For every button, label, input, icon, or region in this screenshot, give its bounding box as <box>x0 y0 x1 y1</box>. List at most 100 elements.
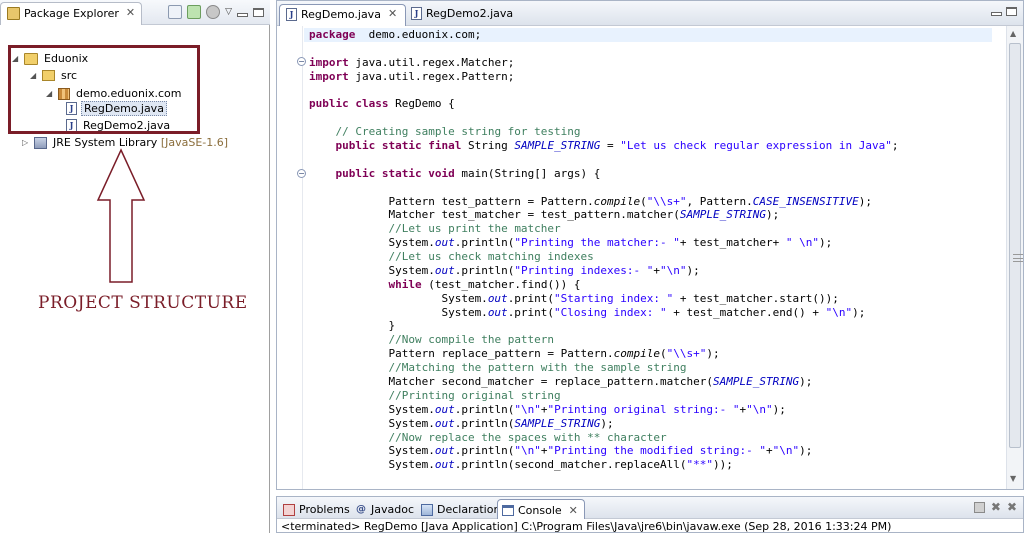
package-explorer-toolbar: ▽ <box>168 5 264 19</box>
code-token: import <box>309 55 349 69</box>
code-token: out <box>434 416 455 430</box>
code-line[interactable]: //Printing original string <box>309 388 561 403</box>
code-token: ); <box>852 305 866 319</box>
code-line[interactable]: Pattern replace_pattern = Pattern.compil… <box>309 347 719 361</box>
code-token: "Starting index: " <box>554 291 674 305</box>
scrollbar-thumb[interactable] <box>1009 43 1023 448</box>
annotation-highlight-box <box>8 45 200 134</box>
code-token: main(String[] args) { <box>454 166 601 180</box>
code-token: , Pattern. <box>686 194 753 208</box>
code-token: .print( <box>507 291 555 305</box>
minimize-icon[interactable] <box>991 12 1002 16</box>
maximize-icon[interactable] <box>1006 7 1017 16</box>
code-line[interactable]: Pattern test_pattern = Pattern.compile("… <box>309 195 872 209</box>
code-token: } <box>309 319 396 333</box>
code-token: ); <box>765 208 780 222</box>
editor-tab-regdemo2[interactable]: J RegDemo2.java <box>405 4 521 26</box>
code-line[interactable]: Matcher test_matcher = test_pattern.matc… <box>309 208 779 222</box>
code-token: "\\s+" <box>666 347 707 361</box>
code-line[interactable]: package demo.eduonix.com; <box>309 28 481 42</box>
code-token: System. <box>309 444 435 458</box>
code-token: "\n" <box>772 444 800 458</box>
code-token: ); <box>819 236 833 250</box>
code-line[interactable]: System.out.println(second_matcher.replac… <box>309 458 732 472</box>
code-line[interactable]: //Now replace the spaces with ** charact… <box>309 430 667 445</box>
remove-all-icon[interactable]: ✖ <box>1007 501 1017 513</box>
code-token: out <box>434 236 455 250</box>
code-token: "Closing index: " <box>554 305 667 319</box>
java-file-icon: J <box>411 7 422 20</box>
maximize-icon[interactable] <box>253 7 264 17</box>
code-token: System. <box>309 236 435 250</box>
fold-collapse-icon[interactable]: − <box>297 57 306 66</box>
code-token: = <box>600 139 621 153</box>
scroll-up-icon[interactable]: ▲ <box>1010 29 1016 38</box>
view-menu-icon[interactable]: ▽ <box>225 7 232 17</box>
code-line[interactable]: Matcher second_matcher = replace_pattern… <box>309 375 812 389</box>
code-line[interactable]: //Let us check matching indexes <box>309 250 593 264</box>
tab-console[interactable]: Console ✕ <box>497 499 585 519</box>
code-token: "Printing original string:- " <box>547 402 740 416</box>
code-line[interactable]: //Let us print the matcher <box>309 222 561 236</box>
close-icon[interactable]: ✕ <box>123 7 135 19</box>
code-token: ); <box>799 444 813 458</box>
code-line[interactable]: public static void main(String[] args) { <box>309 166 601 181</box>
code-line[interactable]: System.out.print("Starting index: " + te… <box>309 291 839 306</box>
close-icon[interactable]: ✕ <box>566 504 578 517</box>
code-line[interactable]: System.out.println(SAMPLE_STRING); <box>309 416 613 431</box>
code-token: RegDemo { <box>388 97 455 111</box>
code-token: //Now replace the spaces with ** charact… <box>388 430 667 444</box>
code-token: + test_matcher.start()); <box>673 291 839 305</box>
expand-icon[interactable]: ▷ <box>22 138 30 147</box>
code-line[interactable]: public static final String SAMPLE_STRING… <box>309 139 899 153</box>
vertical-scrollbar[interactable]: ▲ ▼ <box>1006 26 1023 489</box>
code-line[interactable]: while (test_matcher.find()) { <box>309 278 580 292</box>
tab-javadoc[interactable]: @ Javadoc <box>351 499 420 519</box>
link-with-editor-icon[interactable] <box>187 5 202 19</box>
terminate-icon[interactable] <box>973 501 985 513</box>
javadoc-icon: @ <box>356 504 366 515</box>
code-token: "**" <box>686 458 714 472</box>
tab-problems[interactable]: Problems <box>279 499 356 519</box>
annotation-arrow-icon <box>96 148 146 283</box>
close-icon[interactable]: ✕ <box>385 8 397 20</box>
remove-launch-icon[interactable]: ✖ <box>991 501 1001 513</box>
code-token: "Printing the modified string:- " <box>547 444 766 458</box>
focus-icon[interactable] <box>206 5 221 19</box>
code-token: "Printing indexes:- " <box>514 263 654 277</box>
code-token: "\n" <box>660 263 687 277</box>
package-explorer-tab[interactable]: Package Explorer ✕ <box>0 2 143 25</box>
code-token: System. <box>309 305 488 319</box>
code-line[interactable]: import java.util.regex.Matcher; <box>309 56 514 70</box>
code-token: ); <box>858 194 872 208</box>
tab-declaration[interactable]: Declaration <box>417 499 506 519</box>
code-line[interactable]: //Now compile the pattern <box>309 333 554 347</box>
minimize-icon[interactable] <box>237 12 248 17</box>
fold-collapse-icon[interactable]: − <box>297 169 306 178</box>
code-line[interactable]: import java.util.regex.Pattern; <box>309 70 514 84</box>
code-line[interactable]: // Creating sample string for testing <box>309 125 581 139</box>
library-icon <box>34 136 47 149</box>
code-token: out <box>434 458 455 472</box>
code-line[interactable]: System.out.println("Printing the matcher… <box>309 236 832 250</box>
editor-tab-regdemo[interactable]: J RegDemo.java ✕ <box>279 4 407 26</box>
code-line[interactable]: } <box>309 319 395 333</box>
code-line[interactable]: System.out.println("Printing indexes:- "… <box>309 263 699 278</box>
code-line[interactable]: //Matching the pattern with the sample s… <box>309 361 686 375</box>
code-token: SAMPLE_STRING <box>712 375 800 388</box>
collapse-all-icon[interactable] <box>168 5 183 19</box>
code-token: //Let us print the matcher <box>388 222 561 236</box>
code-line[interactable]: System.out.println("\n"+"Printing the mo… <box>309 444 812 458</box>
code-token: .println( <box>454 263 515 277</box>
bottom-tab-label: Console <box>518 503 562 517</box>
code-line[interactable]: System.out.print("Closing index: " + tes… <box>309 306 865 320</box>
code-token: .println(second_matcher.replaceAll( <box>454 458 687 472</box>
code-token: .print( <box>507 305 555 319</box>
code-line[interactable]: System.out.println("\n"+"Printing origin… <box>309 402 785 417</box>
code-token: //Printing original string <box>388 388 561 402</box>
scroll-down-icon[interactable]: ▼ <box>1010 474 1016 483</box>
code-line[interactable]: public class RegDemo { <box>309 97 455 111</box>
